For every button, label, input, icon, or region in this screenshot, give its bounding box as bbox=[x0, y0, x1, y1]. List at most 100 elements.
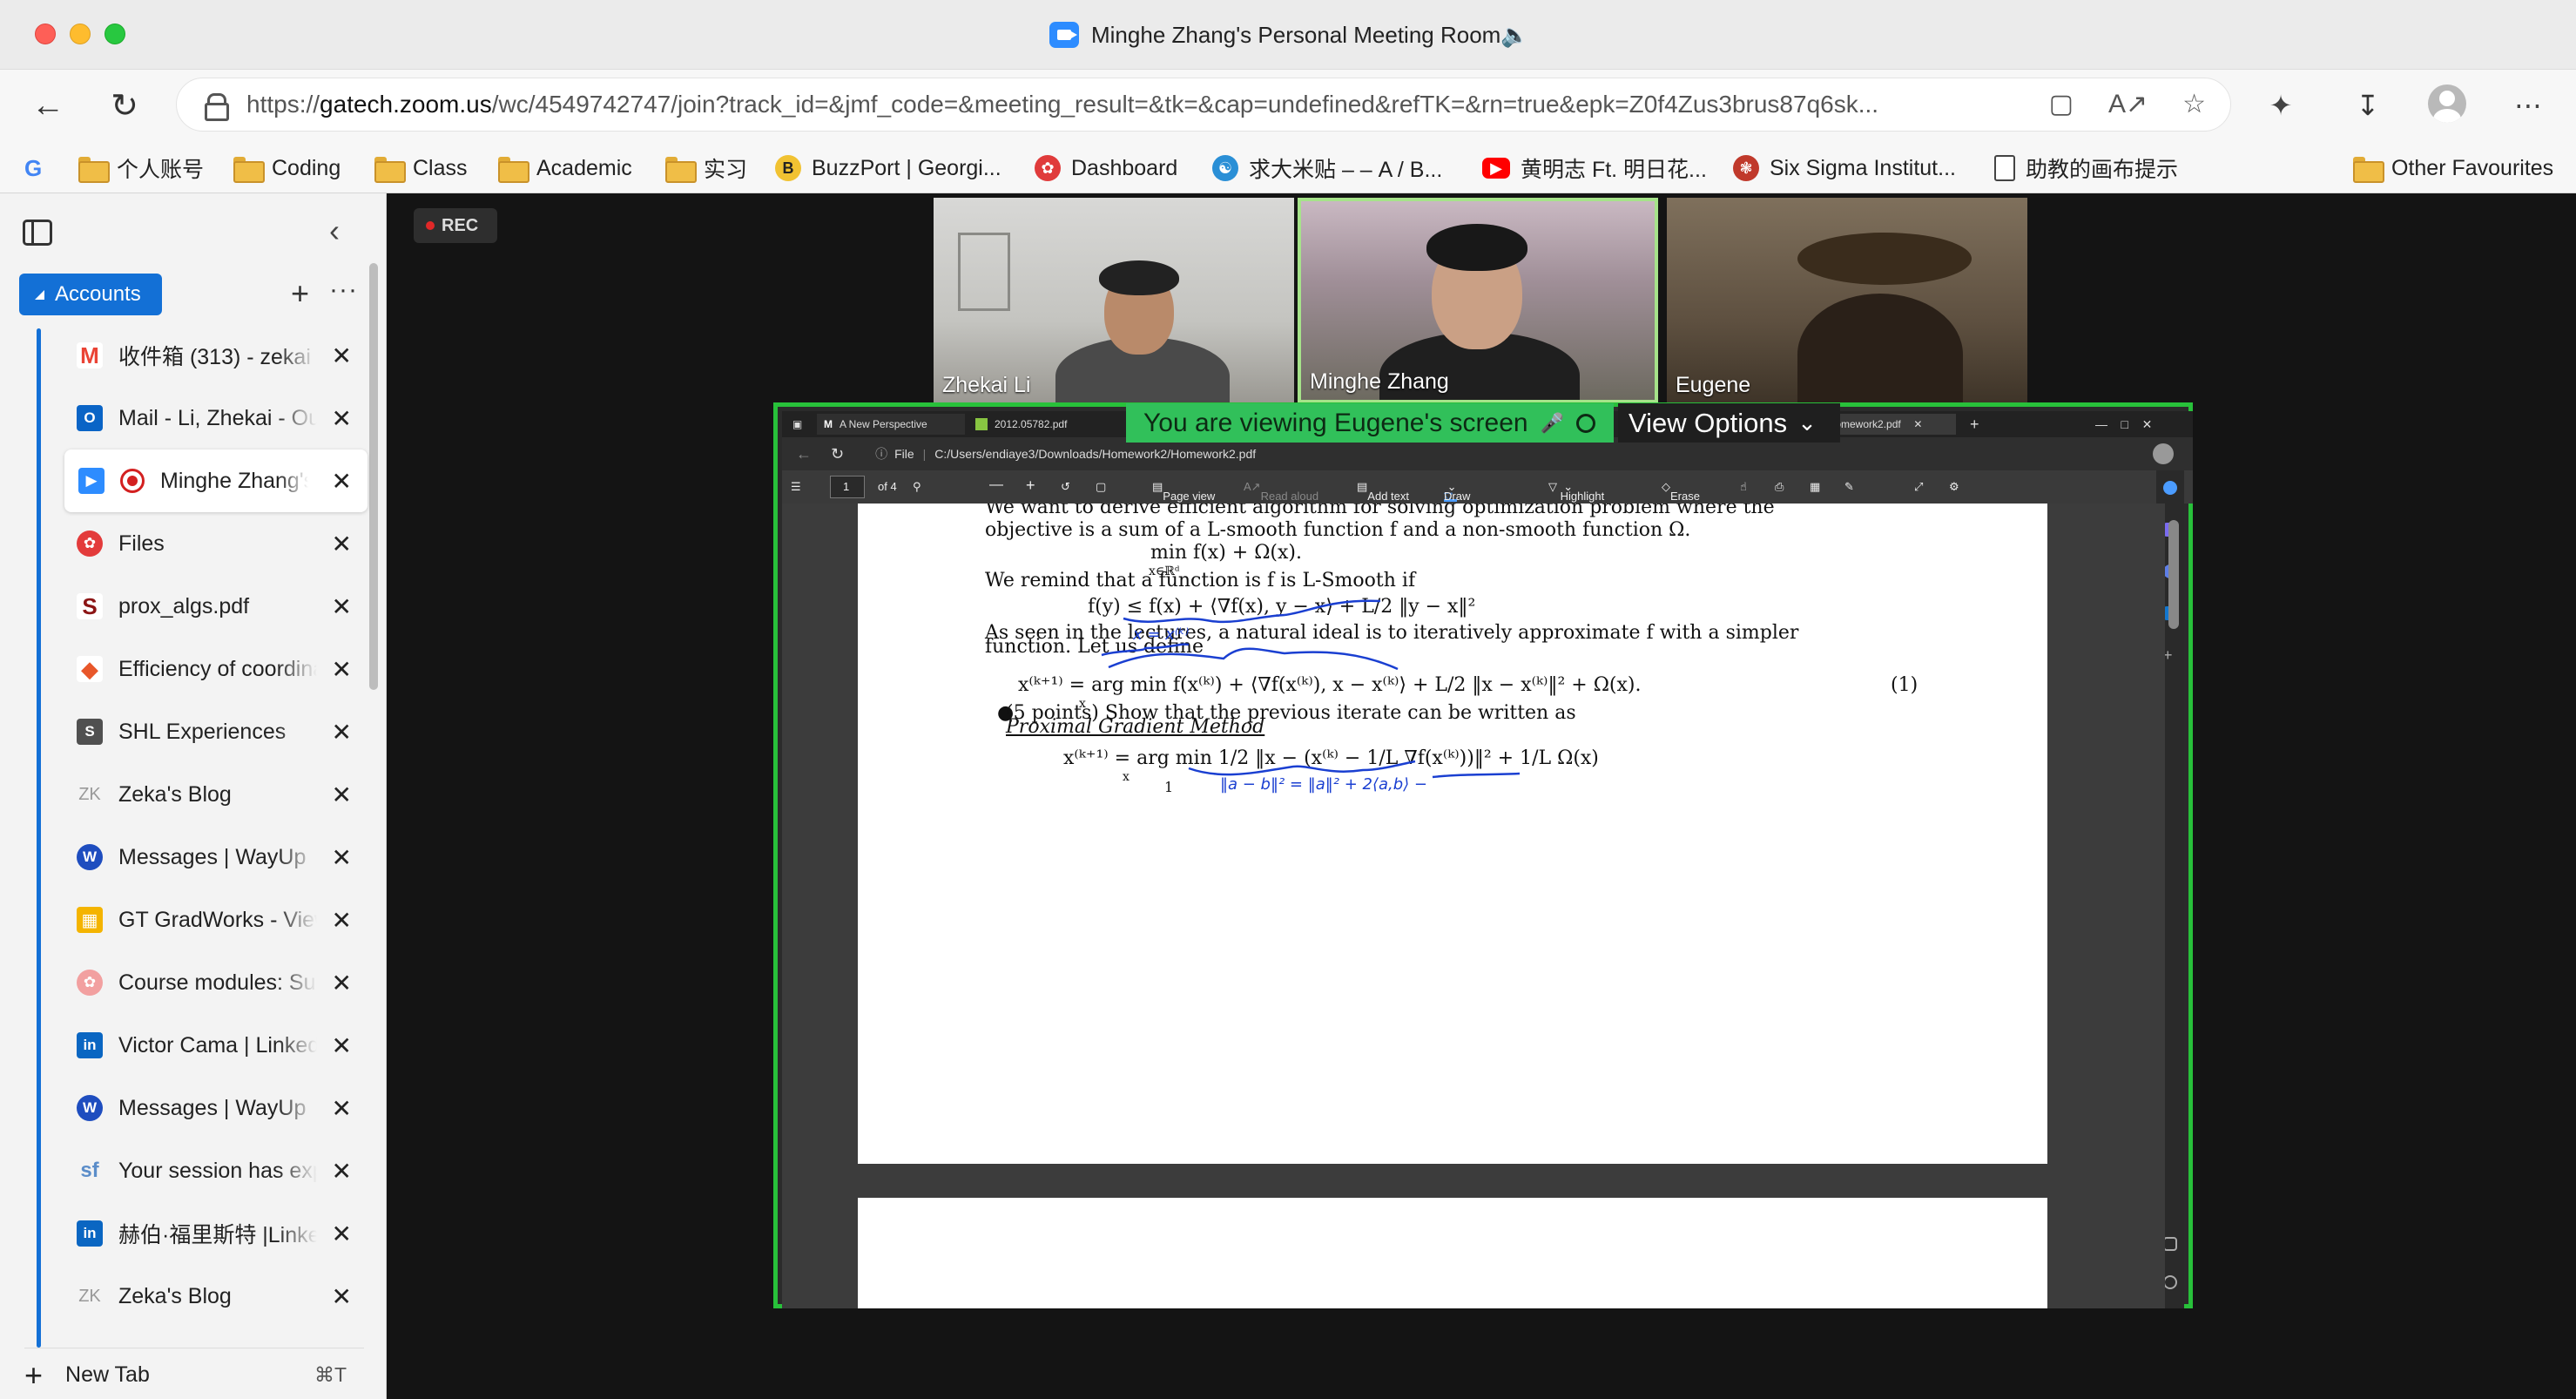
pdf-page bbox=[858, 1198, 2047, 1308]
zoom-out-icon: — bbox=[989, 477, 1003, 492]
add-icon: + bbox=[2163, 646, 2173, 664]
bookmark-folder[interactable]: 个人账号 bbox=[78, 153, 204, 183]
new-tab-button[interactable]: + New Tab ⌘T bbox=[24, 1348, 364, 1393]
lock-icon[interactable] bbox=[205, 93, 229, 121]
ink-handwriting: x = x⁽ᵏ⁾ bbox=[1133, 625, 1190, 644]
bookmark-folder[interactable]: Class bbox=[374, 153, 468, 183]
wayup-icon: W bbox=[77, 844, 103, 870]
close-tab-icon[interactable]: ✕ bbox=[332, 655, 352, 684]
close-tab-icon[interactable]: ✕ bbox=[332, 906, 352, 935]
close-tab-icon[interactable]: ✕ bbox=[332, 1282, 352, 1311]
rotate-icon: ↺ bbox=[1061, 480, 1070, 493]
close-tab-icon[interactable]: ✕ bbox=[332, 1031, 352, 1060]
tab-actions-icon[interactable] bbox=[23, 220, 52, 246]
google-icon[interactable]: G bbox=[24, 153, 42, 183]
blog-icon: ZK bbox=[78, 1286, 101, 1306]
close-tab-icon[interactable]: ✕ bbox=[332, 1220, 352, 1248]
read-aloud-icon[interactable]: A↗ bbox=[2108, 89, 2148, 119]
close-tab-icon[interactable]: ✕ bbox=[332, 467, 352, 496]
new-tab-in-group-icon[interactable]: + bbox=[291, 275, 309, 312]
close-window-button[interactable] bbox=[35, 24, 56, 44]
reload-icon[interactable]: ↻ bbox=[101, 82, 148, 129]
participant-video[interactable]: Zhekai Li bbox=[934, 198, 1294, 403]
more-options-icon[interactable]: ⋯ bbox=[2505, 82, 2552, 129]
close-tab-icon[interactable]: ✕ bbox=[332, 843, 352, 872]
tab-item[interactable]: ◆Efficiency of coordinate✕ bbox=[63, 638, 368, 700]
group-more-icon[interactable]: ··· bbox=[329, 275, 358, 305]
add-favorite-icon[interactable]: ☆ bbox=[2182, 89, 2206, 119]
view-options-button[interactable]: View Options ⌄ bbox=[1618, 403, 1840, 443]
close-tab-icon[interactable]: ✕ bbox=[332, 404, 352, 433]
tab-item[interactable]: in赫伯·福里斯特 |LinkedIn✕ bbox=[63, 1202, 368, 1265]
close-tab-icon[interactable]: ✕ bbox=[332, 718, 352, 747]
profile-avatar[interactable] bbox=[2428, 84, 2466, 123]
canvas-icon: ✿ bbox=[1035, 155, 1061, 181]
camera-icon[interactable]: ▢ bbox=[2049, 89, 2074, 119]
bookmark-folder[interactable]: 实习 bbox=[665, 153, 747, 183]
bookmark-link[interactable]: ✿ Dashboard bbox=[1035, 153, 1177, 183]
search-icon bbox=[2163, 481, 2177, 495]
erase-button: ◇ Erase bbox=[1662, 480, 1700, 503]
bookmark-link[interactable]: ❃ Six Sigma Institut... bbox=[1733, 153, 1956, 183]
tab-item[interactable]: ZK Zeka's Blog ✕ bbox=[63, 763, 368, 826]
tab-item[interactable]: ▦ GT GradWorks - View ✕ bbox=[63, 889, 368, 951]
tab-item[interactable]: ZK Zeka's Blog ✕ bbox=[63, 1265, 368, 1328]
page-number-field: 1 bbox=[830, 476, 865, 498]
pdf-scrollbar bbox=[2168, 520, 2179, 629]
tab-item[interactable]: ✿Course modules: Summer✕ bbox=[63, 951, 368, 1014]
close-tab-icon[interactable]: ✕ bbox=[332, 969, 352, 997]
downloads-icon[interactable]: ↧ bbox=[2344, 82, 2391, 129]
shared-screen[interactable]: ▣ MA New Perspective 2012.05782.pdf *Hom… bbox=[773, 402, 2193, 1308]
close-tab-icon[interactable]: ✕ bbox=[332, 341, 352, 370]
folder-icon bbox=[233, 157, 265, 183]
participant-video-active-speaker[interactable]: Minghe Zhang bbox=[1298, 198, 1658, 403]
tab-item[interactable]: sfYour session has expired✕ bbox=[63, 1139, 368, 1202]
canvas-icon: ✿ bbox=[77, 531, 103, 557]
close-tab-icon[interactable]: ✕ bbox=[332, 1094, 352, 1123]
close-tab-icon[interactable]: ✕ bbox=[332, 530, 352, 558]
tab-item[interactable]: ✿ Files ✕ bbox=[63, 512, 368, 575]
tab-item-active[interactable]: ▶ Minghe Zhang's ✕ bbox=[64, 449, 368, 512]
bookmark-folder[interactable]: Coding bbox=[233, 153, 341, 183]
bookmark-link[interactable]: 助教的画布提示 bbox=[1994, 153, 2178, 183]
ink-handwriting: ‖a − b‖² = ‖a‖² + 2⟨a,b⟩ − bbox=[1220, 775, 1427, 794]
close-tab-icon[interactable]: ✕ bbox=[332, 592, 352, 621]
tab-group-accounts[interactable]: Accounts bbox=[19, 274, 162, 315]
other-favourites-folder[interactable]: Other Favourites bbox=[2353, 153, 2553, 183]
participant-video[interactable]: Eugene bbox=[1667, 198, 2027, 403]
contents-icon: ☰ bbox=[791, 480, 801, 493]
collapse-sidebar-icon[interactable]: ‹ bbox=[329, 213, 340, 249]
maximize-window-button[interactable] bbox=[105, 24, 125, 44]
url-text[interactable]: https://gatech.zoom.us/wc/4549742747/joi… bbox=[246, 91, 2023, 118]
tab-item[interactable]: in Victor Cama | LinkedIn ✕ bbox=[63, 1014, 368, 1077]
page-count: of 4 bbox=[878, 480, 897, 493]
settings-icon: ⚙ bbox=[1949, 480, 1959, 493]
tab-item[interactable]: Sprox_algs.pdf ✕ bbox=[63, 575, 368, 638]
remote-tab-actions-icon: ▣ bbox=[792, 418, 803, 430]
tab-item[interactable]: S SHL Experiences ✕ bbox=[63, 700, 368, 763]
window-title-text: Minghe Zhang's Personal Meeting Room🔈 bbox=[1091, 21, 1529, 48]
extensions-icon[interactable]: ✦ bbox=[2257, 82, 2304, 129]
address-bar[interactable]: https://gatech.zoom.us/wc/4549742747/joi… bbox=[176, 78, 2231, 132]
remote-file-label: File bbox=[894, 447, 914, 461]
minimize-window-button[interactable] bbox=[70, 24, 91, 44]
chevron-down-icon: ⌄ bbox=[1797, 409, 1817, 436]
bookmark-folder[interactable]: Academic bbox=[498, 153, 632, 183]
fit-icon: ▢ bbox=[1096, 480, 1107, 493]
blog-icon: ZK bbox=[78, 784, 101, 804]
outlook-icon: O bbox=[77, 405, 103, 431]
tab-item[interactable]: W Messages | WayUp ✕ bbox=[63, 826, 368, 889]
participant-name: Eugene bbox=[1676, 373, 1751, 397]
window-title: Minghe Zhang's Personal Meeting Room🔈 bbox=[1049, 19, 1529, 51]
fullscreen-icon: ⤢ bbox=[1914, 480, 1924, 493]
bookmark-link[interactable]: ☯ 求大米贴 – – A / B... bbox=[1212, 153, 1442, 183]
bookmark-link[interactable]: ▶ 黄明志 Ft. 明日花... bbox=[1482, 153, 1707, 183]
sidebar-scrollbar[interactable] bbox=[369, 263, 378, 690]
bookmark-link[interactable]: B BuzzPort | Georgi... bbox=[775, 153, 1001, 183]
back-icon[interactable]: ← bbox=[24, 82, 71, 129]
tab-item[interactable]: M 收件箱 (313) - zekai ✕ bbox=[63, 324, 368, 387]
tab-item[interactable]: OMail - Li, Zhekai - Outlook✕ bbox=[63, 387, 368, 449]
tab-item[interactable]: W Messages | WayUp ✕ bbox=[63, 1077, 368, 1139]
close-tab-icon[interactable]: ✕ bbox=[332, 1157, 352, 1186]
close-tab-icon[interactable]: ✕ bbox=[332, 781, 352, 809]
